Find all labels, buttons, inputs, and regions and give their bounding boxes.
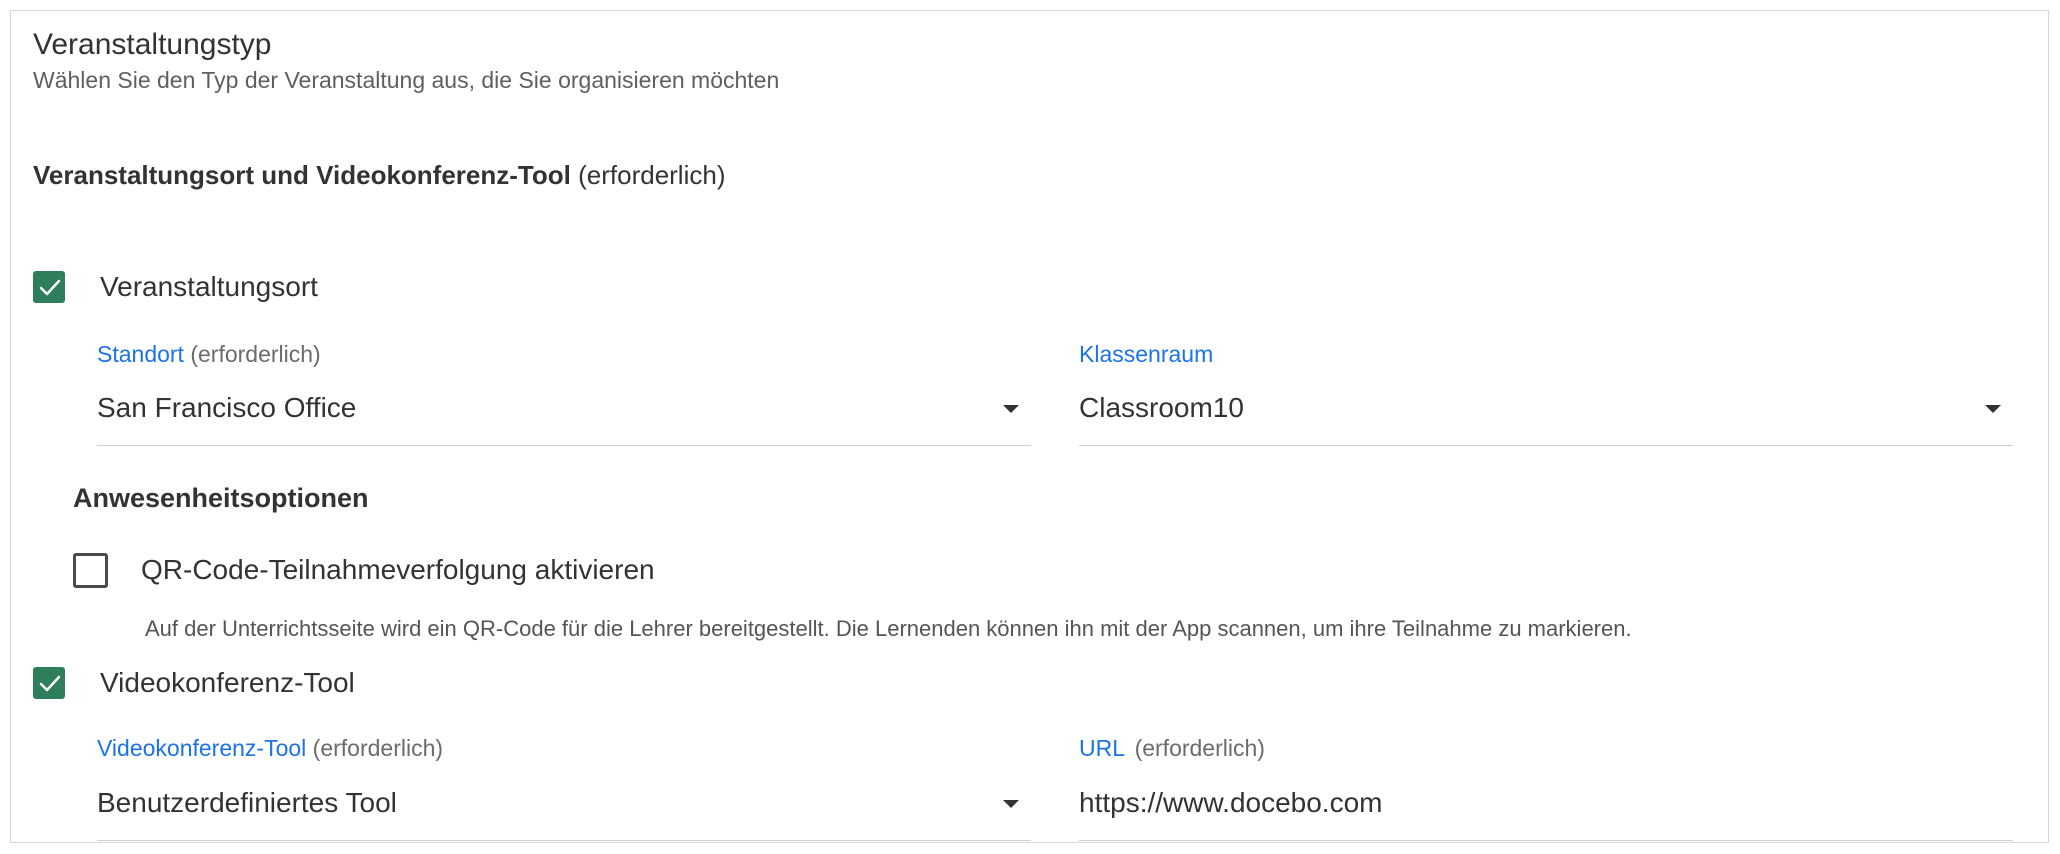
classroom-field-label: Klassenraum [1079,340,1213,368]
location-dropdown-caret-icon[interactable] [1003,405,1019,413]
check-icon [39,279,61,296]
classroom-label-text: Klassenraum [1079,341,1214,367]
location-select[interactable]: San Francisco Office [97,391,356,425]
page-title: Veranstaltungstyp [33,28,272,61]
url-label-text: URL [1079,735,1125,761]
classroom-select-underline [1079,445,2013,446]
video-tool-dropdown-caret-icon[interactable] [1003,800,1019,808]
location-select-underline [97,445,1031,446]
qr-tracking-label[interactable]: QR-Code-Teilnahmeverfolgung aktivieren [141,553,655,587]
location-field-label: Standort (erforderlich) [97,340,321,368]
classroom-select[interactable]: Classroom10 [1079,391,1244,425]
url-field-label: URL (erforderlich) [1079,734,1265,762]
video-tool-field-label: Videokonferenz-Tool (erforderlich) [97,734,443,762]
page-subtitle: Wählen Sie den Typ der Veranstaltung aus… [33,67,780,93]
video-tool-select[interactable]: Benutzerdefiniertes Tool [97,786,397,820]
check-icon [39,675,61,692]
location-section-title: Veranstaltungsort und Videokonferenz-Too… [33,160,571,190]
event-type-panel: Veranstaltungstyp Wählen Sie den Typ der… [10,10,2049,843]
classroom-dropdown-caret-icon[interactable] [1985,405,2001,413]
location-label-required: (erforderlich) [190,341,321,367]
attendance-options-heading: Anwesenheitsoptionen [73,483,369,513]
location-section-heading: Veranstaltungsort und Videokonferenz-Too… [33,157,725,193]
video-tool-label-text: Videokonferenz-Tool [97,735,307,761]
url-label-required: (erforderlich) [1134,735,1265,761]
venue-checkbox-label[interactable]: Veranstaltungsort [100,270,318,304]
venue-checkbox[interactable] [33,271,65,303]
video-tool-label-required: (erforderlich) [312,735,444,761]
qr-tracking-checkbox[interactable] [73,553,108,588]
video-conference-checkbox[interactable] [33,667,65,699]
location-section-required: (erforderlich) [578,160,726,190]
video-conference-checkbox-label[interactable]: Videokonferenz-Tool [100,666,355,700]
video-tool-select-underline [97,840,1031,841]
url-input[interactable]: https://www.docebo.com [1079,786,1382,820]
url-input-underline [1079,840,2013,841]
qr-tracking-help-text: Auf der Unterrichtsseite wird ein QR-Cod… [145,616,1632,641]
location-label-text: Standort [97,341,184,367]
